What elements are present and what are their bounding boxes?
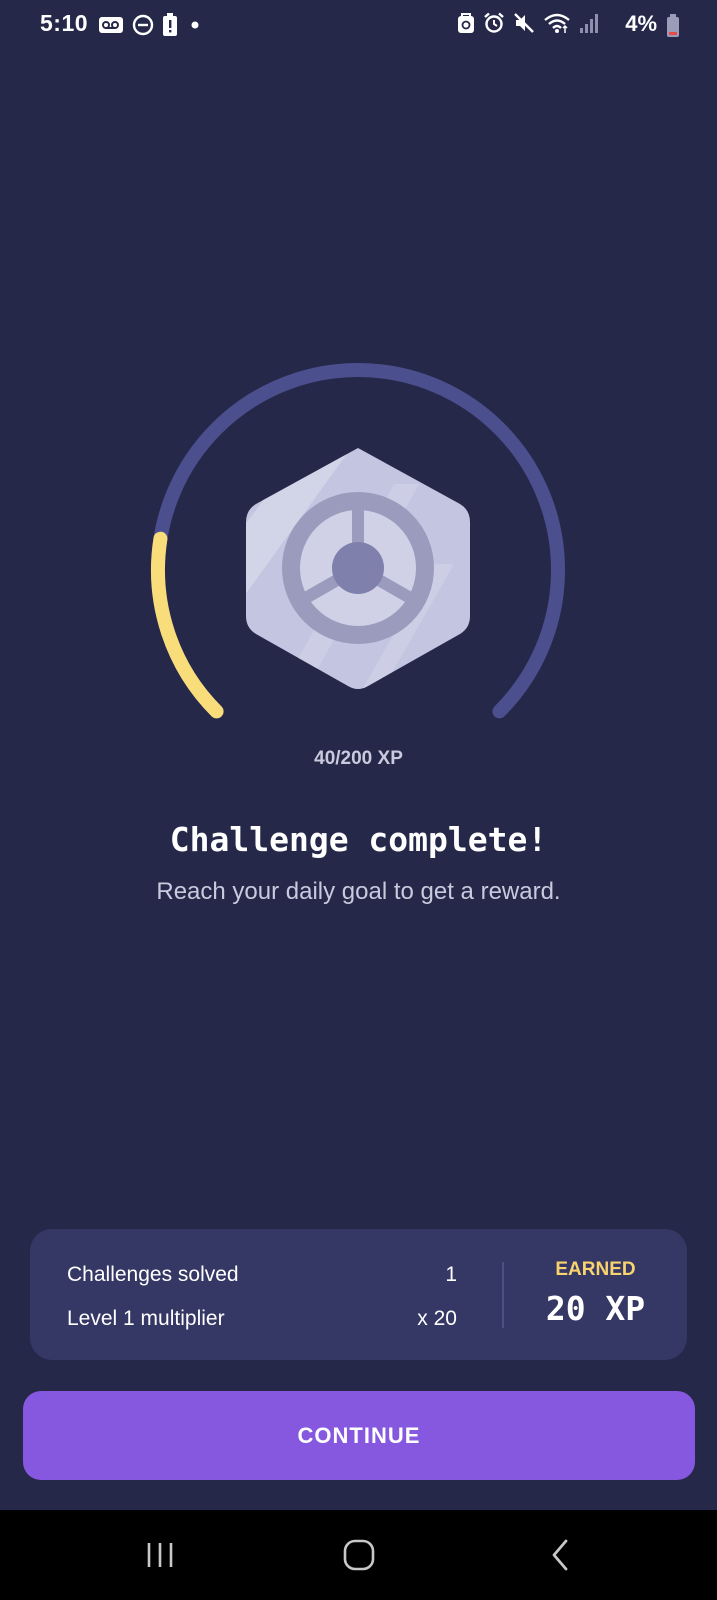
xp-progress-text: 40/200 XP	[314, 748, 403, 769]
continue-button[interactable]: CONTINUE	[23, 1391, 695, 1480]
earned-label: EARNED	[555, 1259, 636, 1280]
system-nav-bar	[0, 1510, 717, 1600]
back-icon[interactable]	[500, 1510, 620, 1600]
page-title: Challenge complete!	[169, 820, 548, 859]
challenge-complete-screen: 5:10 4% 40/200 XP Challenge complete! Re…	[0, 0, 717, 1600]
recent-apps-icon[interactable]	[100, 1510, 220, 1600]
challenges-solved-value: 1	[445, 1263, 457, 1286]
earned-xp-value: 20 XP	[545, 1289, 646, 1328]
ring-progress-fill	[151, 531, 224, 719]
level-multiplier-value: x 20	[417, 1307, 457, 1330]
steering-wheel-icon	[244, 444, 472, 694]
level-multiplier-label: Level 1 multiplier	[67, 1307, 225, 1330]
xp-summary-card: Challenges solved 1 Level 1 multiplier x…	[30, 1229, 687, 1360]
challenges-solved-label: Challenges solved	[67, 1263, 239, 1286]
page-subtitle: Reach your daily goal to get a reward.	[156, 878, 561, 905]
home-icon[interactable]	[299, 1510, 419, 1600]
